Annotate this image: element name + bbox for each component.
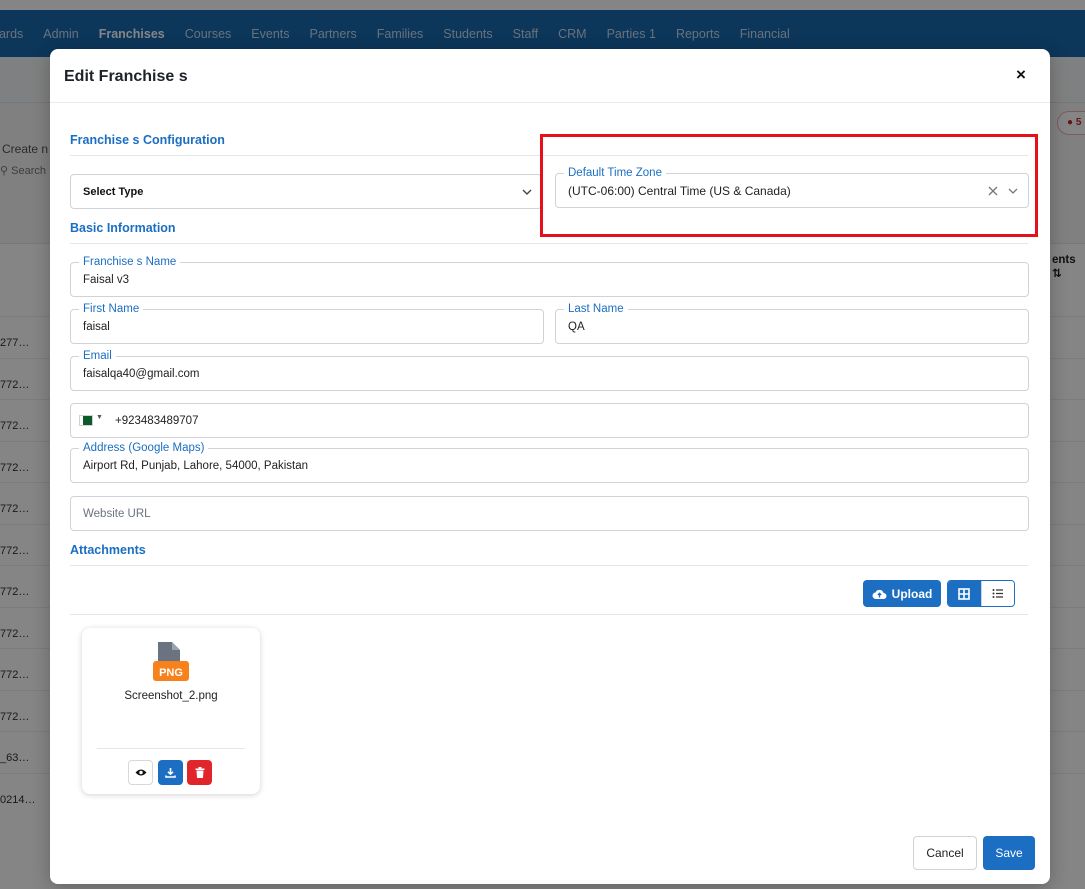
close-icon[interactable]: × bbox=[1014, 66, 1028, 83]
cancel-button[interactable]: Cancel bbox=[913, 836, 977, 870]
png-badge-text: PNG bbox=[159, 667, 183, 679]
franchise-name-field[interactable]: Franchise s Name Faisal v3 bbox=[70, 255, 1029, 297]
download-icon bbox=[165, 768, 176, 778]
phone-value: +923483489707 bbox=[115, 414, 199, 427]
save-button[interactable]: Save bbox=[983, 836, 1035, 870]
last-name-value: QA bbox=[568, 320, 585, 333]
section-title-configuration: Franchise s Configuration bbox=[70, 133, 225, 147]
email-value: faisalqa40@gmail.com bbox=[83, 367, 200, 380]
last-name-field[interactable]: Last Name QA bbox=[555, 302, 1029, 344]
address-value: Airport Rd, Punjab, Lahore, 54000, Pakis… bbox=[83, 459, 309, 472]
first-name-value: faisal bbox=[83, 320, 110, 333]
edit-franchise-modal: Edit Franchise s × Franchise s Configura… bbox=[50, 49, 1050, 884]
attachment-divider bbox=[97, 748, 245, 749]
select-type-value: Select Type bbox=[83, 185, 144, 198]
eye-icon bbox=[135, 769, 146, 776]
modal-title: Edit Franchise s bbox=[64, 68, 188, 85]
modal-header: Edit Franchise s × bbox=[50, 49, 1050, 103]
section-title-basic-information: Basic Information bbox=[70, 221, 176, 235]
section-divider bbox=[70, 565, 1028, 566]
chevron-down-icon bbox=[522, 189, 532, 195]
grid-icon bbox=[958, 587, 971, 600]
address-field[interactable]: Address (Google Maps) Airport Rd, Punjab… bbox=[70, 441, 1029, 483]
first-name-field[interactable]: First Name faisal bbox=[70, 302, 544, 344]
list-icon bbox=[992, 589, 1003, 598]
upload-button-label: Upload bbox=[891, 586, 933, 601]
email-field[interactable]: Email faisalqa40@gmail.com bbox=[70, 349, 1029, 391]
attachment-card[interactable]: PNG Screenshot_2.png bbox=[82, 628, 260, 794]
section-divider bbox=[70, 243, 1028, 244]
png-file-icon: PNG bbox=[153, 642, 189, 681]
website-url-placeholder: Website URL bbox=[83, 507, 151, 520]
pakistan-flag-icon[interactable] bbox=[80, 416, 92, 425]
highlight-annotation-box bbox=[540, 134, 1038, 237]
phone-field[interactable]: ▼ +923483489707 bbox=[70, 403, 1029, 438]
trash-icon bbox=[195, 767, 204, 778]
delete-attachment-button[interactable] bbox=[187, 760, 212, 785]
website-url-field[interactable]: Website URL bbox=[70, 496, 1029, 531]
view-attachment-button[interactable] bbox=[128, 760, 153, 785]
section-divider bbox=[70, 614, 1028, 615]
franchise-name-value: Faisal v3 bbox=[83, 273, 130, 286]
upload-button[interactable]: Upload bbox=[863, 580, 941, 607]
grid-view-button[interactable] bbox=[948, 581, 981, 606]
section-title-attachments: Attachments bbox=[70, 543, 146, 557]
select-type-dropdown[interactable]: Select Type bbox=[70, 174, 542, 209]
list-view-button[interactable] bbox=[980, 581, 1014, 606]
attachment-file-name: Screenshot_2.png bbox=[124, 690, 218, 702]
caret-down-icon[interactable]: ▼ bbox=[96, 414, 103, 421]
download-attachment-button[interactable] bbox=[158, 760, 183, 785]
view-toggle bbox=[947, 580, 1015, 607]
cloud-upload-icon bbox=[872, 589, 887, 599]
